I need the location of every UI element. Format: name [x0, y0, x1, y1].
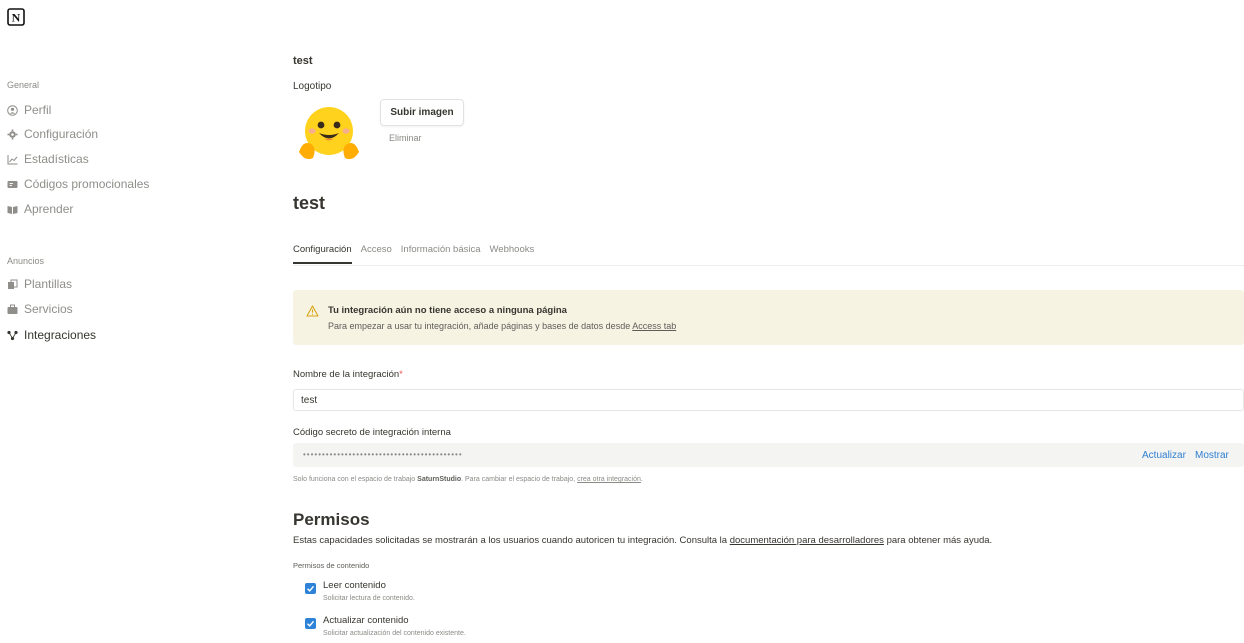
update-content-checkbox[interactable]	[305, 618, 316, 629]
ticket-icon	[7, 179, 18, 190]
upload-image-button[interactable]: Subir imagen	[380, 99, 464, 126]
page-title: test	[293, 193, 326, 213]
workspace-name: SaturnStudio	[417, 476, 462, 483]
integration-name-input[interactable]: test	[293, 389, 1244, 411]
sidebar-item-integraciones[interactable]: Integraciones	[7, 326, 96, 344]
sidebar-item-estadisticas[interactable]: Estadísticas	[7, 150, 89, 168]
gear-icon	[7, 129, 18, 140]
integration-name-small: test	[293, 55, 313, 67]
sidebar-item-configuracion[interactable]: Configuración	[7, 125, 98, 143]
secret-note-text: Solo funciona con el espacio de trabajo	[293, 476, 416, 483]
logo-label: Logotipo	[293, 81, 332, 92]
user-circle-icon	[7, 104, 18, 116]
tab-webhooks[interactable]: Webhooks	[490, 244, 535, 264]
sidebar-item-label: Configuración	[24, 127, 99, 141]
integration-name-label-text: Nombre de la integración	[293, 369, 400, 380]
sidebar-item-label: Estadísticas	[24, 152, 89, 166]
read-content-checkbox[interactable]	[305, 583, 316, 594]
read-content-desc: Solicitar lectura de contenido.	[323, 595, 415, 602]
secret-note: Solo funciona con el espacio de trabajo …	[293, 476, 643, 483]
sidebar: N General Perfil Configuración Estadísti…	[0, 0, 270, 643]
access-tab-link[interactable]: Access tab	[632, 321, 676, 331]
sidebar-item-codigos-promocionales[interactable]: Códigos promocionales	[7, 175, 149, 193]
secret-note-text-2: . Para cambiar el espacio de trabajo,	[461, 476, 576, 483]
sidebar-item-label: Perfil	[24, 103, 52, 117]
sidebar-item-label: Aprender	[24, 202, 74, 216]
warning-icon	[306, 304, 319, 322]
update-content-desc: Solicitar actualización del contenido ex…	[323, 630, 466, 637]
sidebar-item-label: Plantillas	[24, 277, 73, 291]
book-icon	[7, 204, 18, 215]
tabs-divider	[293, 265, 1244, 266]
integration-name-label: Nombre de la integración*	[293, 369, 403, 380]
tab-configuracion[interactable]: Configuración	[293, 244, 352, 264]
tab-bar: Configuración Acceso Información básica …	[293, 244, 543, 264]
read-content-label: Leer contenido	[323, 580, 386, 591]
update-content-label: Actualizar contenido	[323, 615, 409, 626]
chart-icon	[7, 154, 18, 165]
required-mark: *	[399, 369, 403, 380]
briefcase-icon	[7, 304, 18, 315]
warning-body: Para empezar a usar tu integración, añad…	[328, 321, 676, 331]
sidebar-item-servicios[interactable]: Servicios	[7, 300, 73, 318]
section-title-general: General	[7, 80, 40, 90]
template-icon	[7, 279, 18, 290]
sidebar-item-aprender[interactable]: Aprender	[7, 200, 73, 218]
permissions-description: Estas capacidades solicitadas se mostrar…	[293, 535, 992, 546]
permissions-description-text-2: para obtener más ayuda.	[886, 535, 993, 546]
create-integration-link[interactable]: crea otra integración	[577, 476, 641, 483]
check-icon	[307, 585, 315, 592]
notion-logo[interactable]: N	[7, 8, 25, 26]
warning-title: Tu integración aún no tiene acceso a nin…	[328, 305, 567, 316]
sidebar-item-label: Integraciones	[24, 328, 97, 342]
permissions-description-text: Estas capacidades solicitadas se mostrar…	[293, 535, 728, 546]
secret-value: ••••••••••••••••••••••••••••••••••••••••…	[303, 450, 463, 459]
tab-acceso[interactable]: Acceso	[361, 244, 392, 264]
secret-field: ••••••••••••••••••••••••••••••••••••••••…	[293, 443, 1244, 467]
sidebar-item-label: Códigos promocionales	[24, 177, 150, 191]
warning-body-text: Para empezar a usar tu integración, añad…	[328, 321, 631, 331]
hugging-face-logo-image	[297, 100, 361, 169]
sidebar-item-label: Servicios	[24, 302, 73, 316]
warning-banner: Tu integración aún no tiene acceso a nin…	[293, 290, 1244, 345]
refresh-secret-button[interactable]: Actualizar	[1142, 450, 1186, 461]
sidebar-item-perfil[interactable]: Perfil	[7, 101, 51, 119]
secret-note-end: .	[640, 476, 643, 483]
permissions-title: Permisos	[293, 510, 370, 529]
svg-text:N: N	[12, 11, 21, 25]
secret-label: Código secreto de integración interna	[293, 427, 451, 438]
developer-docs-link[interactable]: documentación para desarrolladores	[730, 535, 884, 546]
sidebar-item-plantillas[interactable]: Plantillas	[7, 275, 72, 293]
integrations-icon	[7, 330, 18, 341]
remove-logo-button[interactable]: Eliminar	[389, 133, 422, 143]
section-title-anuncios: Anuncios	[7, 256, 45, 266]
tab-informacion-basica[interactable]: Información básica	[401, 244, 481, 264]
check-icon	[307, 620, 315, 627]
content-permissions-label: Permisos de contenido	[293, 561, 370, 570]
show-secret-button[interactable]: Mostrar	[1195, 450, 1229, 461]
